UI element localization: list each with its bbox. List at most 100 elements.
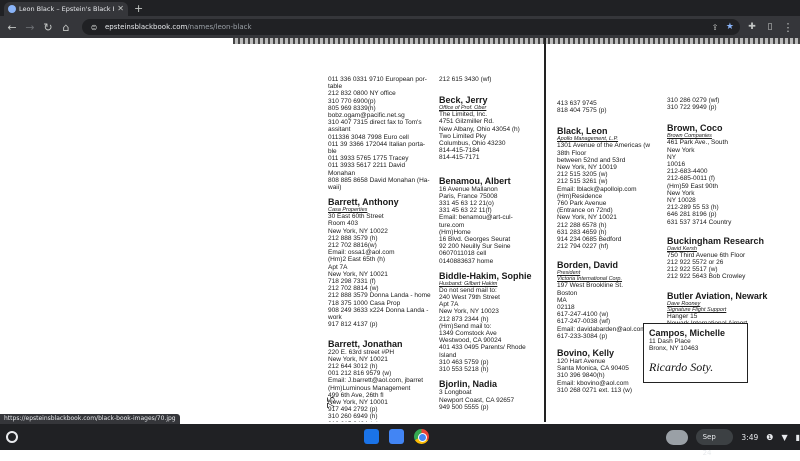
share-icon[interactable]: ⇪	[709, 23, 721, 32]
entry-line: 30 East 60th Street	[328, 213, 384, 221]
entry-line: Columbus, Ohio 43230	[439, 140, 506, 148]
entry-line: 212 794 0227 (hf)	[557, 243, 609, 251]
holding-space-icon[interactable]	[666, 429, 688, 445]
menu-kebab-icon[interactable]: ⋮	[782, 21, 794, 34]
entry-line: (Hm)2 East 65th (h)	[328, 256, 386, 264]
entry-line: 212 888 3579 Donna Landa - home	[328, 292, 431, 300]
entry-line: 212 873 2344 (h)	[439, 315, 489, 323]
entry-line: 11 Dash Place	[649, 338, 691, 345]
docs-app-icon[interactable]	[389, 429, 404, 444]
entry-line: Westwood, CA 90024	[439, 337, 502, 345]
entry-line: 212-683-4400	[667, 168, 708, 176]
entry-line: 908 249 3633 x224 Donna Landa -	[328, 306, 429, 314]
entry-line: 240 West 79th Street	[439, 294, 500, 302]
entry-name: Butler Aviation, Newark	[667, 290, 768, 301]
entry-line: 16 Blvd. Georges Seurat	[439, 236, 511, 244]
entry-lines: 30 East 60th Street Room 403 New York, NY …	[328, 213, 432, 328]
campos-entry: Campos, Michelle 11 Dash Place Bronx, NY …	[649, 328, 742, 352]
entry-line: (Entrance on 72nd)	[557, 207, 613, 215]
entry-line: 718 298 7331 (f)	[328, 278, 376, 286]
address-bar[interactable]: ⊜ epsteinsblackbook.com/names/leon-black…	[82, 19, 740, 35]
entry-top-lines: 413 637 9745 818 404 7575 (p)	[557, 100, 669, 114]
entry-line: New York	[667, 189, 695, 197]
close-tab-icon[interactable]: ✕	[117, 5, 124, 13]
entry-line: 212 922 5643 Bob Crowley	[667, 273, 746, 281]
tab-strip: Leon Black – Epstein's Black Bo ✕ +	[0, 0, 800, 16]
battery-icon[interactable]: ▮	[796, 433, 800, 442]
extensions-icon[interactable]: ✚	[746, 22, 758, 32]
left-column-1: 011 336 0331 9710 European por-table 212 …	[328, 76, 432, 422]
entry-line: New York, NY 10021	[328, 270, 388, 278]
entry-line: Newport Coast, CA 92657	[439, 396, 515, 404]
entry-subtitle: President Victoria International Corp.	[557, 270, 623, 283]
entry-line: 212 888 3579 (h)	[328, 234, 378, 242]
campos-box: Campos, Michelle 11 Dash Place Bronx, NY …	[643, 323, 748, 383]
entry-line: 011 39 3366 172044 Italian porta-	[328, 140, 426, 148]
entry-line: 617-247-4100 (w)	[557, 311, 609, 319]
bookmark-star-icon[interactable]: ★	[726, 22, 734, 32]
site-info-icon[interactable]: ⊜	[88, 23, 100, 32]
date-pill[interactable]: Sep 24	[695, 429, 734, 457]
entry-lines: 461 Park Ave., South New York NY 10016 212-6…	[667, 139, 795, 225]
back-icon[interactable]: ←	[6, 21, 18, 34]
reload-icon[interactable]: ↻	[42, 21, 54, 34]
entry-line: 718 375 1000 Casa Prop	[328, 299, 401, 307]
entry-line: New York, NY 10022	[328, 227, 388, 235]
entry-line: bobz.ogam@pacific.net.sg	[328, 112, 405, 120]
entry-line: New York	[667, 146, 695, 154]
os-shelf: Sep 24 3:49 ❶ ▼ ▮	[0, 424, 800, 457]
left-column-2: 212 615 3430 (wf) Beck, Jerry Office of …	[439, 76, 543, 411]
entry-line: 646 281 8196 (p)	[667, 211, 717, 219]
entry-line: 212 702 8814 (w)	[328, 285, 379, 293]
entry-line: 760 Park Avenue	[557, 200, 607, 208]
launcher-icon[interactable]	[6, 431, 18, 443]
clock[interactable]: 3:49	[741, 433, 758, 442]
entry-line: NY 10028	[667, 197, 696, 205]
entry-line: Email: benamou@art-cul-	[439, 214, 513, 222]
files-app-icon[interactable]	[364, 429, 379, 444]
entry-line: 011 3933 5765 1775 Tracey	[328, 155, 409, 163]
entry-line: 401 433 0495 Parents/ Rhode	[439, 344, 526, 352]
chrome-app-icon[interactable]	[414, 429, 429, 444]
status-tray: Sep 24 3:49 ❶ ▼ ▮	[666, 429, 800, 457]
entry-line: 310 553 5218 (h)	[439, 366, 489, 374]
entry-line: 212 644 3012 (h)	[328, 362, 378, 370]
entry-line: (Hm)Luminous Management	[328, 384, 411, 392]
entry-name: Barrett, Jonathan	[328, 338, 403, 349]
entry-name: Buckingham Research	[667, 235, 765, 246]
entry-line: 631 283 4659 (h)	[557, 228, 607, 236]
entry-line: 1301 Avenue of the Americas (w	[557, 142, 651, 150]
entry-line: 1349 Comstock Ave	[439, 330, 497, 338]
link-hover-status: https://epsteinsblackbook.com/black-book…	[0, 414, 180, 424]
entry-lines: The Limited, Inc. 4751 Gilzmiller Rd. New …	[439, 111, 543, 161]
entry-line: 212 702 8816(w)	[328, 242, 377, 250]
tab-leon-black[interactable]: Leon Black – Epstein's Black Bo ✕	[4, 2, 128, 16]
home-icon[interactable]: ⌂	[60, 21, 72, 34]
entry-line: 212 288 6578 (h)	[557, 221, 607, 229]
side-panel-icon[interactable]: ▯	[764, 22, 776, 32]
entry-line: 310 286 0279 (wf)	[667, 97, 720, 104]
entry-line: (Hm)59 East 90th	[667, 182, 718, 190]
entry-line: Bronx, NY 10463	[649, 345, 699, 353]
entry-line: waii)	[328, 184, 342, 192]
entry-line: Hanger 15	[667, 312, 698, 320]
url-text: epsteinsblackbook.com/names/leon-black	[105, 23, 704, 31]
entry-subtitle: Dave Rooney Signature Flight Support	[667, 300, 727, 313]
entry-line: 16 Avenue Mallanon	[439, 185, 498, 193]
notification-icon[interactable]: ❶	[766, 433, 773, 442]
entry-line: NY	[667, 153, 677, 161]
scanned-page-image: 011 336 0331 9710 European por-table 212 …	[233, 38, 800, 422]
entry-line: ble	[328, 148, 337, 156]
wifi-icon[interactable]: ▼	[781, 433, 787, 442]
entry-line: New York, NY 10021	[328, 355, 388, 363]
entry-line: 914 234 0685 Bedford	[557, 236, 622, 244]
new-tab-icon[interactable]: +	[134, 2, 143, 16]
entry-name: Biddle-Hakim, Sophie	[439, 270, 532, 281]
entry-line: Email: J.barrett@aol.com, jbarret	[328, 377, 424, 385]
entry-top-lines: 310 286 0279 (wf) 310 722 9949 (p)	[667, 97, 795, 111]
entry-line: New York, NY 10001	[328, 398, 388, 406]
forward-icon[interactable]: →	[24, 21, 36, 34]
entry-line: Do not send mail to:	[439, 286, 497, 294]
entry-line: 310 463 5759 (p)	[439, 358, 489, 366]
entry-lines: 220 E. 63rd street #PH New York, NY 10021…	[328, 349, 432, 423]
